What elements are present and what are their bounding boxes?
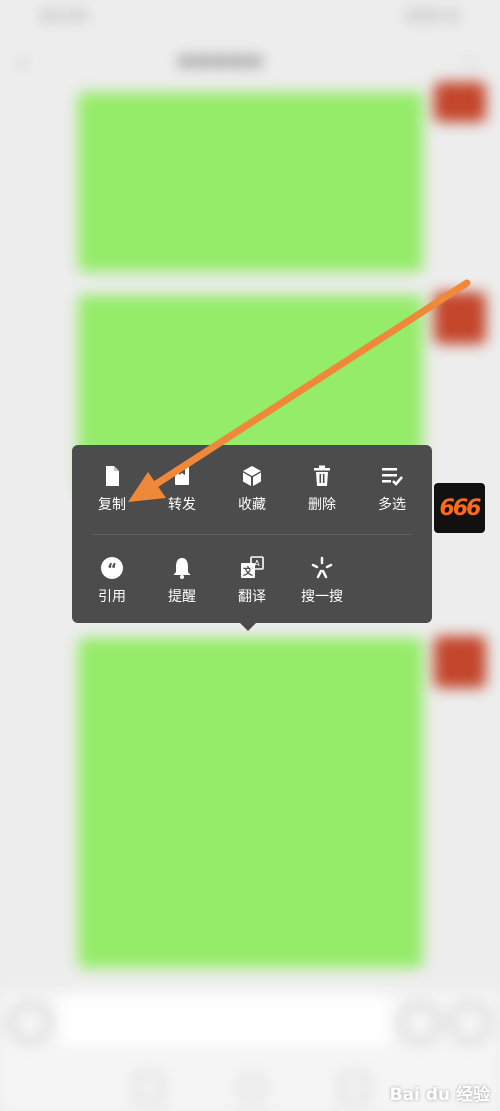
document-icon: [106, 466, 119, 486]
avatar[interactable]: [434, 292, 486, 344]
status-bar: ▮▮▮ ▮▮▮ ▮▮▮▮▮ ▮▮: [0, 0, 500, 36]
forward-icon: [175, 467, 189, 485]
voice-icon[interactable]: [10, 1003, 50, 1043]
quote-icon: “: [101, 557, 123, 579]
forward-button[interactable]: 转发: [152, 463, 212, 514]
chat-title: ▬▬▬▬▬: [177, 50, 263, 71]
copy-label: 复制: [98, 497, 126, 513]
translate-label: 翻译: [238, 589, 266, 605]
status-right: ▮▮▮▮▮ ▮▮: [405, 8, 460, 23]
search-star-icon: [311, 556, 333, 579]
avatar[interactable]: [434, 82, 486, 122]
remind-button[interactable]: 提醒: [152, 555, 212, 606]
plus-icon[interactable]: [450, 1003, 490, 1043]
bell-icon: [173, 558, 191, 579]
cube-icon: [243, 466, 261, 486]
message-bubble-selected[interactable]: [78, 638, 423, 968]
translate-icon: 文 A: [241, 556, 264, 578]
more-icon[interactable]: ⋯: [460, 50, 480, 74]
system-home-icon[interactable]: [238, 1074, 266, 1102]
delete-button[interactable]: 删除: [292, 463, 352, 514]
chat-nav-bar: ‹ ▬▬▬▬▬ ⋯: [0, 40, 500, 88]
forward-label: 转发: [168, 497, 196, 513]
watermark: Bai du 经验: [389, 1085, 490, 1105]
avatar-logo: 666: [439, 495, 482, 521]
chat-input-bar: [0, 990, 500, 1060]
svg-text:“: “: [107, 560, 117, 578]
message-bubble[interactable]: [78, 92, 423, 272]
quote-button[interactable]: “ 引用: [82, 555, 142, 606]
search-button[interactable]: 搜一搜: [292, 555, 352, 606]
avatar[interactable]: [434, 636, 486, 688]
multiselect-label: 多选: [378, 497, 406, 513]
favorite-button[interactable]: 收藏: [222, 463, 282, 514]
favorite-label: 收藏: [238, 497, 266, 513]
status-left: ▮▮▮ ▮▮▮: [40, 8, 88, 23]
remind-label: 提醒: [168, 589, 196, 605]
translate-button[interactable]: 文 A 翻译: [222, 555, 282, 606]
message-input[interactable]: [60, 996, 390, 1046]
delete-label: 删除: [308, 497, 336, 513]
multiselect-button[interactable]: 多选: [362, 463, 422, 514]
system-menu-icon[interactable]: [135, 1074, 163, 1102]
quote-label: 引用: [98, 589, 126, 605]
avatar-666[interactable]: 666: [434, 483, 485, 533]
system-back-icon[interactable]: [340, 1074, 368, 1102]
back-icon[interactable]: ‹: [18, 50, 27, 75]
search-label: 搜一搜: [301, 589, 343, 605]
multiselect-icon: [382, 468, 403, 486]
menu-divider: [92, 534, 412, 535]
svg-text:文: 文: [243, 565, 254, 578]
message-context-menu: 复制 转发 收藏 删除 多选 “ 引用 提醒 文 A 翻译 搜一搜: [72, 445, 432, 623]
menu-pointer: [240, 623, 256, 631]
svg-text:A: A: [254, 559, 260, 568]
trash-icon: [314, 465, 330, 486]
copy-button[interactable]: 复制: [82, 463, 142, 514]
emoji-icon[interactable]: [400, 1003, 440, 1043]
